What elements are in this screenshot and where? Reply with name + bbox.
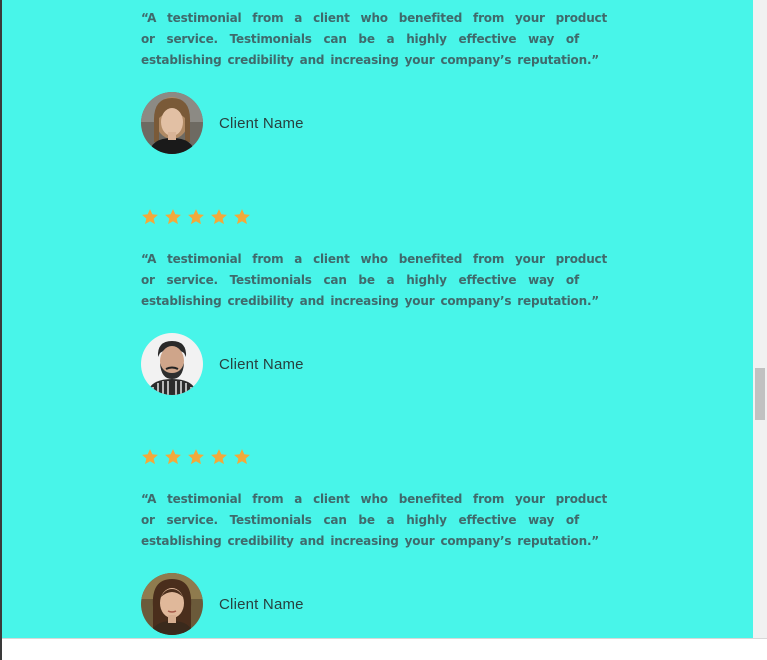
- vertical-scrollbar[interactable]: [753, 0, 767, 638]
- quote-line: “A testimonial from a client who benefit…: [141, 492, 607, 506]
- testimonial-card-2: “A testimonial from a client who benefit…: [141, 207, 611, 397]
- quote-line: or service. Testimonials can be a highly…: [141, 273, 579, 287]
- testimonial-card-1: “A testimonial from a client who benefit…: [141, 0, 611, 170]
- star-icon: [165, 209, 181, 225]
- testimonial-card-3: “A testimonial from a client who benefit…: [141, 447, 611, 638]
- client-name: Client Name: [219, 114, 304, 132]
- quote-line: establishing credibility and increasing …: [141, 534, 599, 548]
- quote-line: or service. Testimonials can be a highly…: [141, 513, 579, 527]
- client-avatar: [141, 573, 203, 635]
- quote-line: establishing credibility and increasing …: [141, 53, 599, 67]
- star-icon: [211, 449, 227, 465]
- client-name: Client Name: [219, 595, 304, 613]
- quote-line: “A testimonial from a client who benefit…: [141, 252, 607, 266]
- page-bottom-edge: [2, 638, 767, 660]
- star-icon: [142, 449, 158, 465]
- star-icon: [142, 209, 158, 225]
- quote-line: establishing credibility and increasing …: [141, 294, 599, 308]
- browser-viewport: “A testimonial from a client who benefit…: [0, 0, 767, 660]
- star-icon: [188, 209, 204, 225]
- client-avatar: [141, 92, 203, 154]
- client-info: Client Name: [141, 91, 304, 155]
- star-icon: [234, 449, 250, 465]
- star-icon: [234, 209, 250, 225]
- quote-line: or service. Testimonials can be a highly…: [141, 32, 579, 46]
- client-info: Client Name: [141, 572, 304, 636]
- star-icon: [165, 449, 181, 465]
- quote-line: “A testimonial from a client who benefit…: [141, 11, 607, 25]
- star-icon: [211, 209, 227, 225]
- rating-stars: [141, 448, 251, 468]
- rating-stars: [141, 208, 251, 228]
- scrollbar-thumb[interactable]: [755, 368, 765, 420]
- client-avatar: [141, 333, 203, 395]
- star-icon: [188, 449, 204, 465]
- client-name: Client Name: [219, 355, 304, 373]
- testimonials-section: “A testimonial from a client who benefit…: [2, 0, 753, 638]
- testimonial-quote: “A testimonial from a client who benefit…: [141, 8, 607, 71]
- testimonial-quote: “A testimonial from a client who benefit…: [141, 489, 607, 552]
- testimonial-quote: “A testimonial from a client who benefit…: [141, 249, 607, 312]
- client-info: Client Name: [141, 332, 304, 396]
